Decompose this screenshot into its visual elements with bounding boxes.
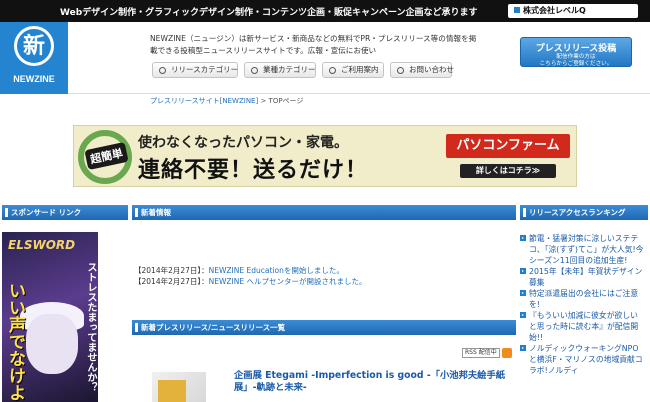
logo-mark: 新 xyxy=(14,26,54,66)
rss-icon xyxy=(501,348,512,358)
square-icon xyxy=(514,7,520,13)
top-bar: Webデザイン制作・グラフィックデザイン制作・コンテンツ企画・販促キャンペーン企… xyxy=(0,0,650,22)
ranking-item-label: ノルディックウォーキングNPOと横浜F・マリノスの地域貢献コラボ!ノルディ xyxy=(529,344,643,375)
news-link[interactable]: NEWZINE Educationを開始しました。 xyxy=(209,266,344,275)
press-release-submit-button[interactable]: プレスリリース投稿 配信作業の方は こちらからご登録ください。 xyxy=(520,37,632,67)
ad-vertical-text: ストレスたまってませんか？ xyxy=(85,262,96,392)
release-thumbnail[interactable] xyxy=(152,372,206,402)
nav-contact[interactable]: お問い合わせ xyxy=(390,62,454,78)
ranking-item[interactable]: 節電・猛暑対策に涼しいステテコ、「涼(すず)てこ」が大人気!今シーズン11回目の… xyxy=(520,233,644,266)
releases-header: 新着プレスリリース/ニュースリリース一覧 xyxy=(132,320,516,335)
news-header: 新着情報 xyxy=(132,205,516,220)
nav-label: 業種カテゴリー xyxy=(263,65,316,74)
banner-cta: 詳しくはコチラ≫ xyxy=(460,164,556,178)
ranking-item-label: 特定派遣届出の会社にはご注意を! xyxy=(529,289,639,309)
banner-main-copy: 連絡不要！送るだけ！ xyxy=(138,158,369,183)
circle-icon xyxy=(251,67,258,74)
company-link[interactable]: 株式会社レベルQ xyxy=(508,4,638,18)
ad-game-title: ELSWORD xyxy=(8,238,76,252)
nav-industry-category[interactable]: 業種カテゴリー xyxy=(244,62,316,78)
arrow-icon xyxy=(520,290,526,296)
nav-label: ご利用案内 xyxy=(341,65,379,74)
thumbnail-image xyxy=(158,380,186,402)
logo-name: NEWZINE xyxy=(13,74,55,84)
header-divider xyxy=(68,93,650,94)
news-date: 【2014年2月27日】 xyxy=(134,266,202,275)
ranking-item-label: 節電・猛暑対策に涼しいステテコ、「涼(すず)てこ」が大人気!今シーズン11回目の… xyxy=(529,234,644,265)
ranking-item-label: 2015年【未年】年賀状デザイン募集 xyxy=(529,267,643,287)
ranking-item[interactable]: 2015年【未年】年賀状デザイン募集 xyxy=(520,266,644,288)
circle-icon xyxy=(329,67,336,74)
ranking-header: リリースアクセスランキング xyxy=(520,205,648,220)
press-button-label: プレスリリース投稿 xyxy=(535,44,617,54)
breadcrumb-sep: > xyxy=(258,97,269,105)
arrow-icon xyxy=(520,345,526,351)
breadcrumb-home-link[interactable]: プレスリリースサイト[NEWZINE] xyxy=(150,97,258,105)
news-date: 【2014年2月27日】 xyxy=(134,277,202,286)
arrow-icon xyxy=(520,235,526,241)
nav-label: リリースカテゴリー xyxy=(171,65,239,74)
banner-brand: パソコンファーム xyxy=(446,134,570,158)
news-item: 【2014年2月27日】：NEWZINE ヘルプセンターが開設されました。 xyxy=(134,276,367,287)
company-label: 株式会社レベルQ xyxy=(523,6,586,15)
news-sep: ： xyxy=(201,277,209,286)
site-logo[interactable]: 新 NEWZINE xyxy=(0,22,68,94)
pc-farm-banner-ad[interactable]: 超簡単 使わなくなったパソコン・家電。 連絡不要！送るだけ！ パソコンファーム … xyxy=(73,125,577,187)
ranking-list: 節電・猛暑対策に涼しいステテコ、「涼(すず)てこ」が大人気!今シーズン11回目の… xyxy=(520,233,644,376)
breadcrumb-current: TOPページ xyxy=(268,97,304,105)
sponsored-links-header: スポンサード リンク xyxy=(2,205,128,220)
rss-label: RSS 配信中 xyxy=(462,348,500,358)
ranking-item[interactable]: ノルディックウォーキングNPOと横浜F・マリノスの地域貢献コラボ!ノルディ xyxy=(520,343,644,376)
elsword-sponsor-ad[interactable]: ELSWORD いい声でなけよ ストレスたまってませんか？ xyxy=(2,232,98,402)
ad-big-text: いい声でなけよ xyxy=(5,282,25,401)
arrow-icon xyxy=(520,268,526,274)
press-button-sub1: 配信作業の方は xyxy=(556,54,596,60)
banner-headline: 使わなくなったパソコン・家電。 xyxy=(138,135,348,151)
nav-usage-guide[interactable]: ご利用案内 xyxy=(322,62,384,78)
circle-icon xyxy=(397,67,404,74)
news-item: 【2014年2月27日】：NEWZINE Educationを開始しました。 xyxy=(134,265,367,276)
ranking-item-label: 『もういい加減に彼女が欲しいと思った時に読む本』が配信開始!! xyxy=(529,311,639,342)
circle-icon xyxy=(159,67,166,74)
nav-release-category[interactable]: リリースカテゴリー xyxy=(152,62,238,78)
news-link[interactable]: NEWZINE ヘルプセンターが開設されました。 xyxy=(209,277,367,286)
release-title-link[interactable]: 企画展 Etegami -Imperfection is good -「小池邦夫… xyxy=(234,370,516,394)
ad-character-face xyxy=(26,314,78,374)
ranking-item[interactable]: 『もういい加減に彼女が欲しいと思った時に読む本』が配信開始!! xyxy=(520,310,644,343)
site-intro: NEWZINE（ニュージン）は新サービス・新商品などの無料でPR・プレスリリース… xyxy=(150,34,477,55)
top-tagline: Webデザイン制作・グラフィックデザイン制作・コンテンツ企画・販促キャンペーン企… xyxy=(60,8,478,18)
news-list: 【2014年2月27日】：NEWZINE Educationを開始しました。 【… xyxy=(134,265,367,287)
arrow-icon xyxy=(520,312,526,318)
news-sep: ： xyxy=(201,266,209,275)
breadcrumb: プレスリリースサイト[NEWZINE] > TOPページ xyxy=(150,96,303,106)
nav-label: お問い合わせ xyxy=(409,65,454,74)
rss-feed-link[interactable]: RSS 配信中 xyxy=(462,348,512,358)
press-button-sub2: こちらからご登録ください。 xyxy=(539,61,613,67)
ranking-item[interactable]: 特定派遣届出の会社にはご注意を! xyxy=(520,288,644,310)
